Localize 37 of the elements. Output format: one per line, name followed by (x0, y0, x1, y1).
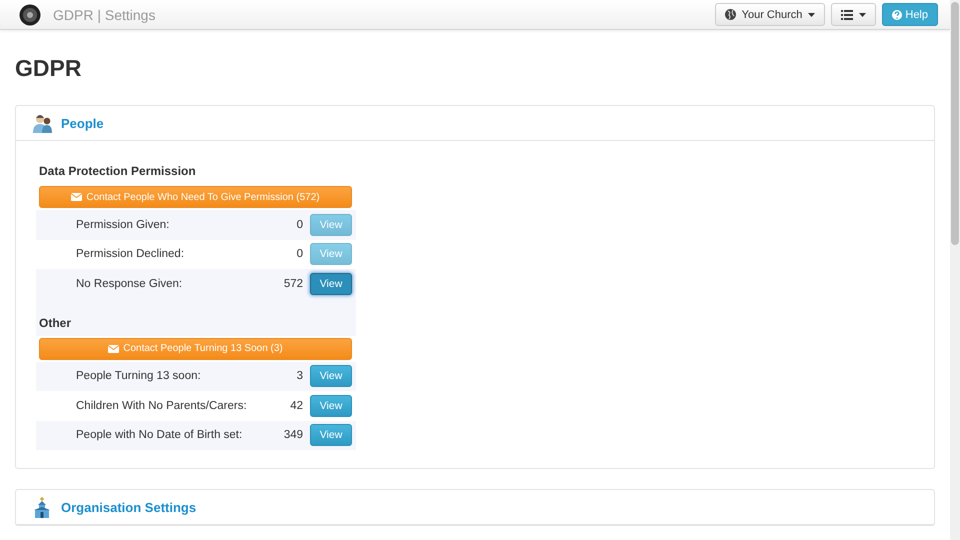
row-label: People with No Date of Birth set: (76, 429, 244, 442)
help-button[interactable]: Help (882, 3, 938, 26)
caret-icon (808, 12, 816, 16)
row-label: Children With No Parents/Carers: (76, 400, 248, 412)
view-button[interactable]: View (310, 424, 352, 446)
globe-icon (724, 9, 736, 20)
section-heading: Data Protection Permission (39, 164, 196, 178)
row-label: Permission Given: (76, 218, 170, 231)
panel-title[interactable]: Organisation Settings (61, 500, 196, 514)
view-button[interactable]: View (310, 394, 352, 417)
row-label: People Turning 13 soon: (76, 370, 202, 382)
view-button[interactable]: View (310, 365, 352, 388)
question-icon (892, 10, 902, 20)
contact-button[interactable]: Contact People Who Need To Give Permission (572) (39, 186, 352, 208)
row-count: 0 (296, 218, 303, 231)
page-title: GDPR (15, 56, 82, 80)
envelope-icon (71, 193, 82, 201)
panel-title[interactable]: People (61, 116, 104, 130)
row-count: 42 (290, 400, 303, 412)
scrollbar[interactable] (950, 0, 960, 540)
envelope-icon (108, 344, 120, 352)
row-count: 572 (284, 278, 303, 290)
people-icon (32, 112, 53, 134)
church-dropdown[interactable]: Your Church (714, 3, 826, 26)
contact-button[interactable]: Contact People Turning 13 Soon (3) (39, 338, 352, 360)
row-label: Permission Declined: (76, 248, 186, 260)
app-title: GDPR | Settings (53, 6, 156, 22)
row-label: No Response Given: (76, 278, 184, 290)
view-button[interactable]: View (310, 272, 352, 295)
list-menu-button[interactable] (831, 3, 876, 26)
logo-icon (19, 4, 41, 26)
list-icon (841, 10, 854, 20)
section-heading: Other (39, 316, 72, 330)
row-count: 3 (296, 370, 303, 382)
caret-icon (859, 12, 866, 16)
row-count: 0 (296, 248, 303, 260)
row-count: 349 (284, 429, 303, 442)
